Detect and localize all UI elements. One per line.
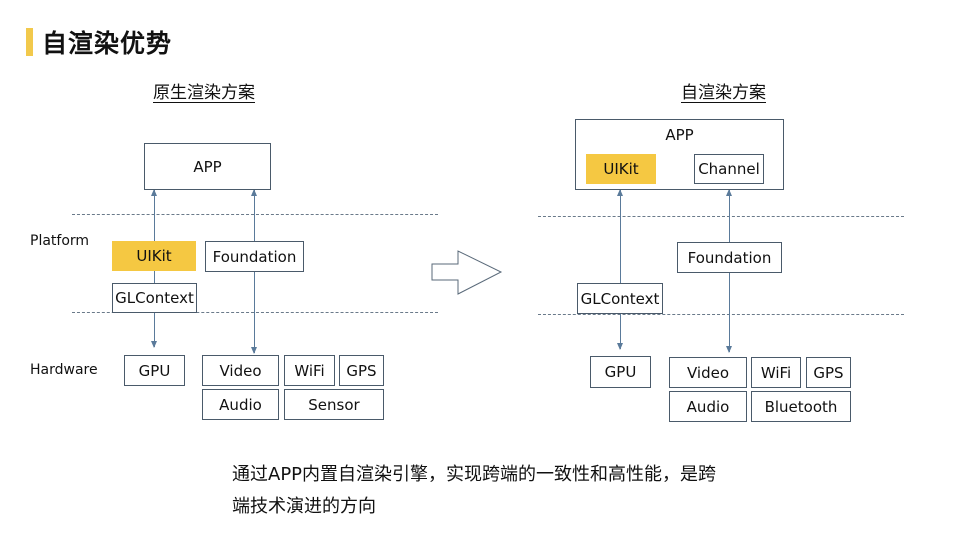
caption-line-1: 通过APP内置自渲染引擎，实现跨端的一致性和高性能，是跨 [232,464,717,485]
connector-glcontext-to-uikit [154,270,155,284]
connector-glcontext-to-uikit-right [617,189,623,283]
foundation-box-left: Foundation [205,241,304,272]
wifi-box-right: WiFi [751,357,801,388]
app-box-left: APP [144,143,271,190]
sensor-box-left: Sensor [284,389,384,420]
connector-glcontext-to-gpu-right [617,314,623,350]
gpu-box-right: GPU [590,356,651,388]
divider-app-platform-right [538,216,904,217]
wifi-box-left: WiFi [284,355,335,386]
bluetooth-box-right: Bluetooth [751,391,851,422]
connector-uikit-to-app [151,189,157,242]
gps-box-left: GPS [339,355,384,386]
connector-glcontext-to-gpu [151,312,157,348]
uikit-box-right: UIKit [586,154,656,184]
gpu-box-left: GPU [124,355,185,386]
audio-box-right: Audio [669,391,747,422]
glcontext-box-left: GLContext [112,283,197,313]
video-box-right: Video [669,357,747,388]
layer-label-hardware: Hardware [30,362,98,378]
native-rendering-subtitle: 原生渲染方案 [153,83,255,103]
caption-line-2: 端技术演进的方向 [232,496,376,517]
connector-foundation-to-channel [726,189,732,242]
divider-platform-hardware-right [538,314,904,315]
page-title: 自渲染优势 [42,29,173,58]
conclusion-caption: 通过APP内置自渲染引擎，实现跨端的一致性和高性能，是跨 端技术演进的方向 [232,459,812,523]
layer-label-platform: Platform [30,233,90,249]
connector-foundation-to-app [251,189,257,242]
gps-box-right: GPS [806,357,851,388]
self-rendering-subtitle: 自渲染方案 [681,83,766,103]
divider-app-platform-left [72,214,438,215]
connector-foundation-to-video [251,272,257,354]
video-box-left: Video [202,355,279,386]
glcontext-box-right: GLContext [577,283,663,314]
foundation-box-right: Foundation [677,242,782,273]
app-box-right-label: APP [665,126,694,144]
audio-box-left: Audio [202,389,279,420]
uikit-box-left: UIKit [112,241,196,271]
connector-foundation-to-video-right [726,273,732,353]
transition-arrow-icon [431,250,503,295]
channel-box-right: Channel [694,154,764,184]
title-accent-bar [26,28,33,56]
